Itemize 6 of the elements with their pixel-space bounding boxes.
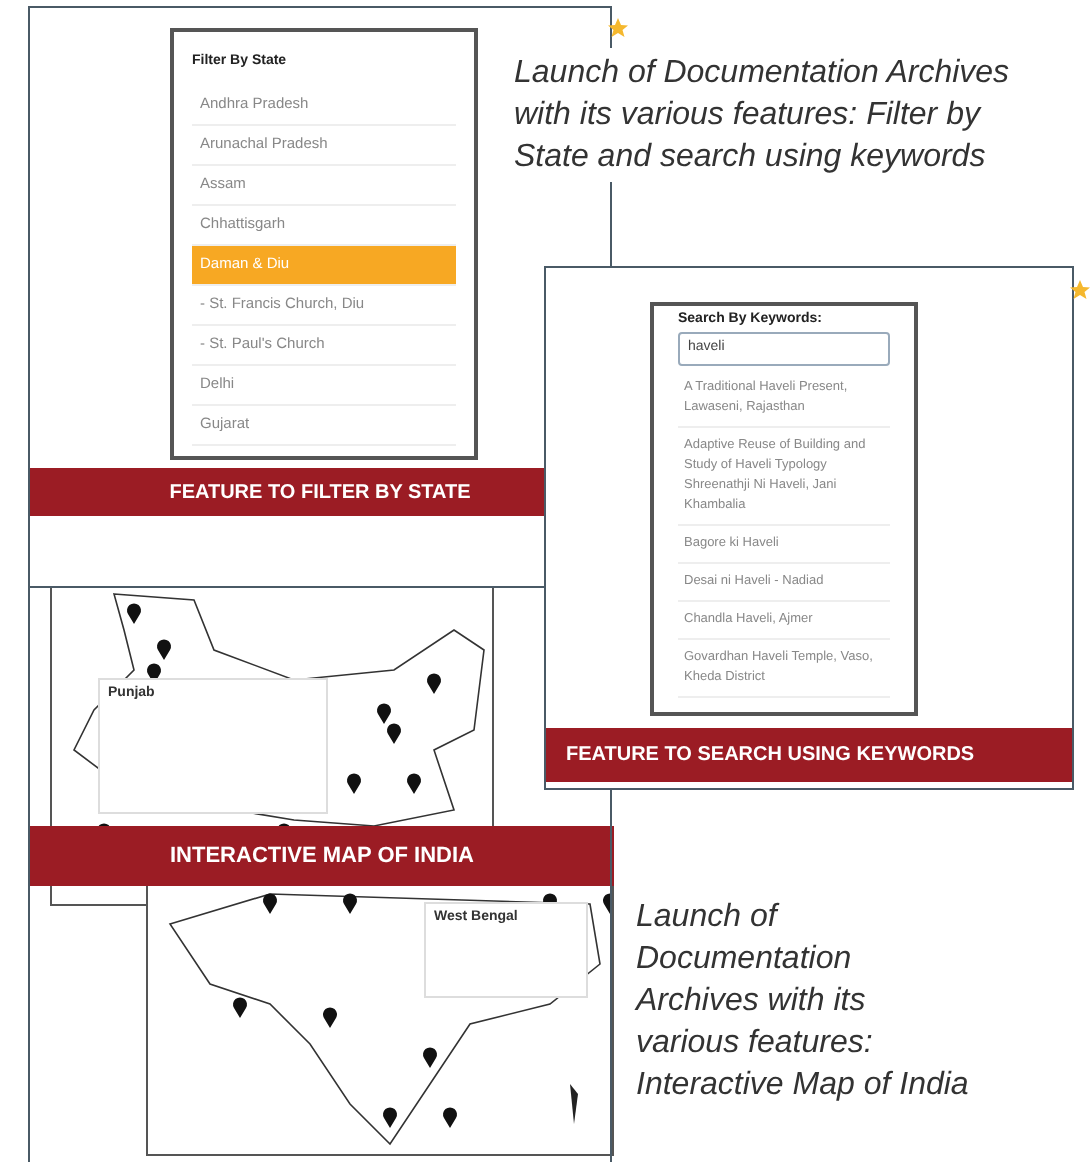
star-icon <box>606 16 630 40</box>
star-icon <box>1068 278 1090 302</box>
feature-banner: FEATURE TO SEARCH USING KEYWORDS <box>546 728 1072 782</box>
caption: Launch of Documentation Archives with its various features: Interactive Map of India <box>636 898 971 1106</box>
caption: Launch of Documentation Archives with its various features: Filter by State and search using keywords <box>514 48 1014 182</box>
feature-banner: INTERACTIVE MAP OF INDIA <box>30 826 614 886</box>
